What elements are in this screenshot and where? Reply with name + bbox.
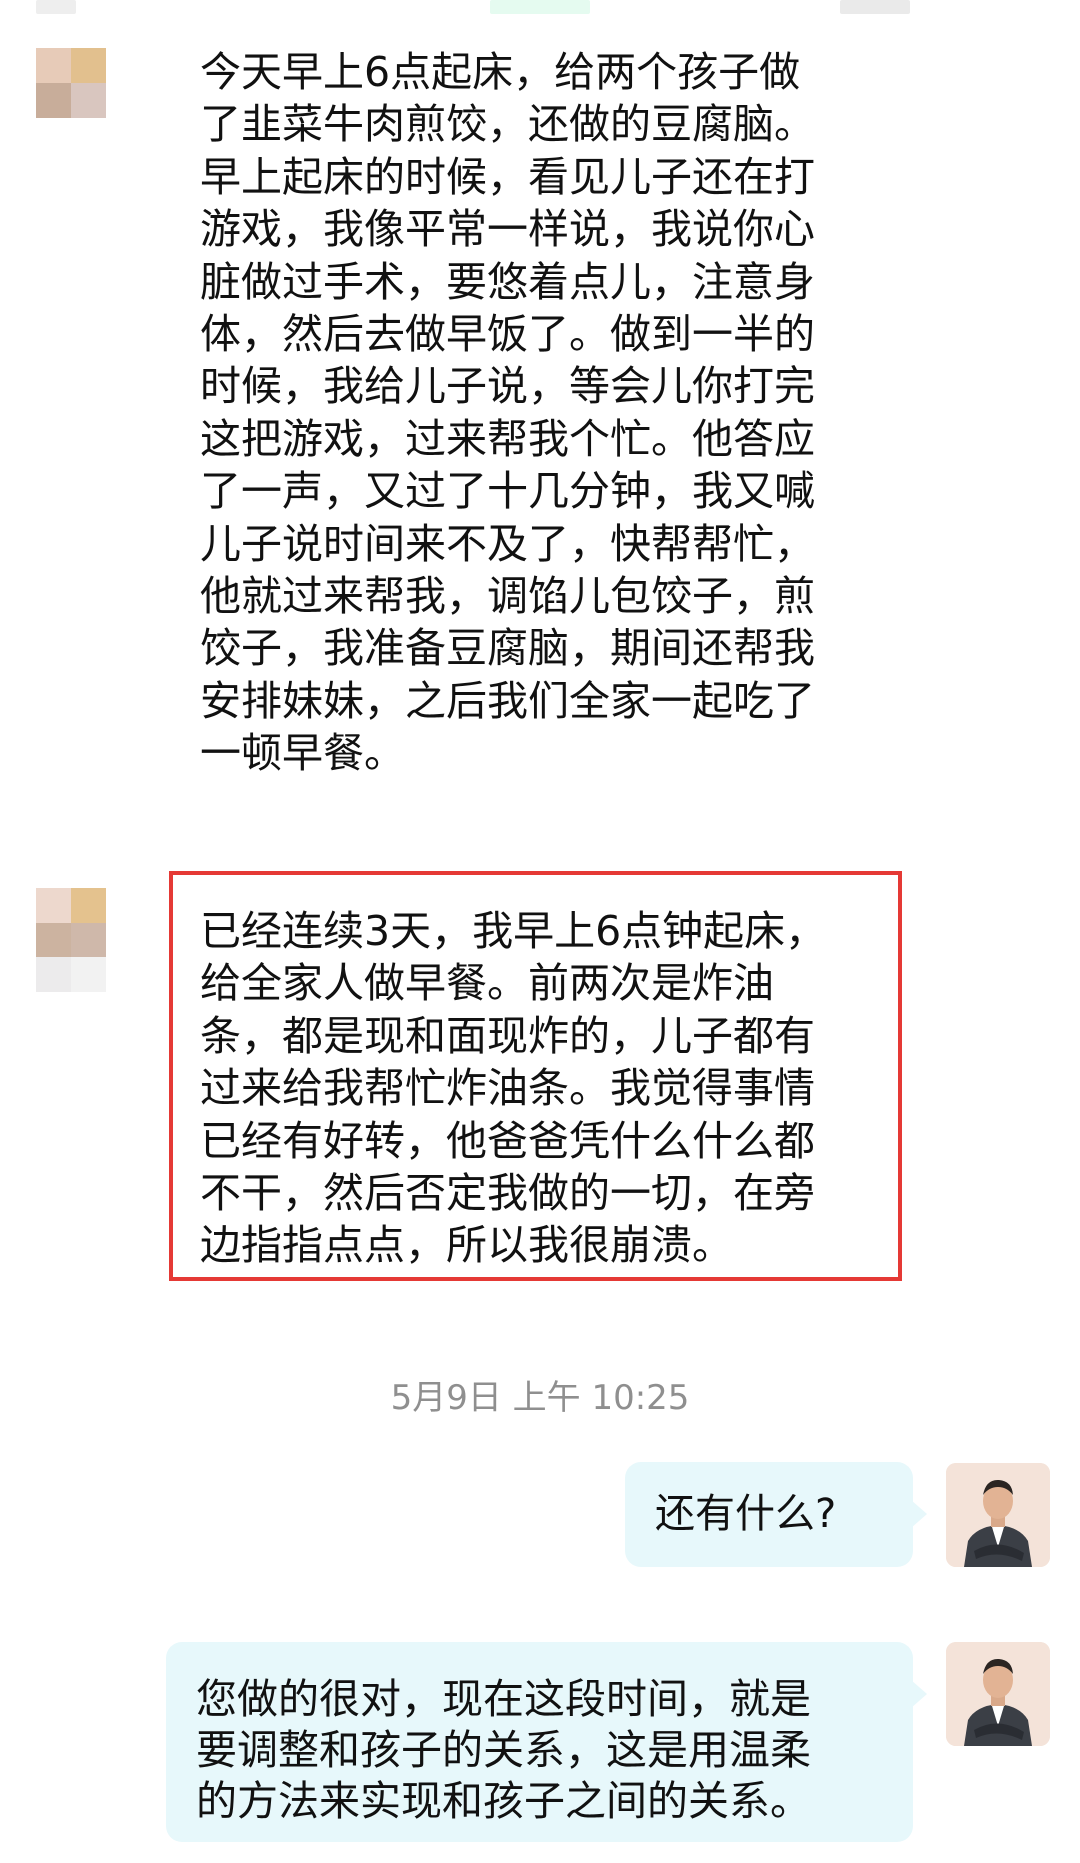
outgoing-text: 您做的很对，现在这段时间，就是 要调整和孩子的关系，这是用温柔 的方法来实现和孩… xyxy=(196,1674,913,1827)
message-line: 了一声，又过了十几分钟，我又喊 xyxy=(200,467,815,516)
message-line: 的方法来实现和孩子之间的关系。 xyxy=(196,1777,811,1825)
message-line: 条，都是现和面现炸的，儿子都有 xyxy=(200,1011,815,1060)
message-line: 游戏，我像平常一样说，我说你心 xyxy=(200,205,815,254)
agent-avatar-icon[interactable] xyxy=(946,1642,1050,1746)
blurred-header xyxy=(0,0,1080,14)
message-line: 脏做过手术，要悠着点儿，注意身 xyxy=(200,257,815,306)
message-line: 要调整和孩子的关系，这是用温柔 xyxy=(196,1726,811,1774)
outgoing-bubble-2[interactable]: 您做的很对，现在这段时间，就是 要调整和孩子的关系，这是用温柔 的方法来实现和孩… xyxy=(166,1642,927,1842)
message-line: 您做的很对，现在这段时间，就是 xyxy=(196,1675,811,1723)
outgoing-bubble-1[interactable]: 还有什么? xyxy=(625,1462,927,1567)
blur-block xyxy=(36,0,76,14)
message-line: 已经连续3天，我早上6点钟起床， xyxy=(200,907,827,955)
agent-avatar-icon[interactable] xyxy=(946,1463,1050,1567)
message-line: 体，然后去做早饭了。做到一半的 xyxy=(200,310,815,359)
message-line: 一顿早餐。 xyxy=(200,729,405,778)
message-timestamp: 5月9日 上午 10:25 xyxy=(390,1378,690,1418)
blur-block xyxy=(840,0,910,14)
message-line: 了韭菜牛肉煎饺，还做的豆腐脑。 xyxy=(200,100,815,149)
incoming-message-2[interactable]: 已经连续3天，我早上6点钟起床， 给全家人做早餐。前两次是炸油 条，都是现和面现… xyxy=(200,905,900,1272)
message-line: 过来给我帮忙炸油条。我觉得事情 xyxy=(200,1064,815,1113)
person-avatar-icon xyxy=(946,1463,1050,1567)
message-line: 边指指点点，所以我很崩溃。 xyxy=(200,1221,733,1270)
outgoing-text: 还有什么? xyxy=(655,1491,837,1537)
message-line: 安排妹妹，之后我们全家一起吃了 xyxy=(200,676,815,725)
message-line: 不干，然后否定我做的一切，在旁 xyxy=(200,1169,815,1218)
bubble-tail xyxy=(911,1500,927,1528)
bubble-tail xyxy=(911,1680,927,1708)
message-line: 今天早上6点起床，给两个孩子做 xyxy=(200,48,801,96)
message-line: 时候，我给儿子说，等会儿你打完 xyxy=(200,362,815,411)
message-line: 这把游戏，过来帮我个忙。他答应 xyxy=(200,414,815,463)
sender-avatar-pixelated-icon[interactable] xyxy=(36,48,106,118)
message-line: 儿子说时间来不及了，快帮帮忙， xyxy=(200,519,815,568)
incoming-message-1[interactable]: 今天早上6点起床，给两个孩子做 了韭菜牛肉煎饺，还做的豆腐脑。 早上起床的时候，… xyxy=(200,46,900,780)
message-line: 已经有好转，他爸爸凭什么什么都 xyxy=(200,1116,815,1165)
person-avatar-icon xyxy=(946,1642,1050,1746)
message-line: 给全家人做早餐。前两次是炸油 xyxy=(200,959,774,1008)
message-line: 饺子，我准备豆腐脑，期间还帮我 xyxy=(200,624,815,673)
message-line: 早上起床的时候，看见儿子还在打 xyxy=(200,152,815,201)
sender-avatar-pixelated-icon[interactable] xyxy=(36,888,106,992)
blur-block xyxy=(490,0,590,14)
message-line: 他就过来帮我，调馅儿包饺子，煎 xyxy=(200,572,815,621)
